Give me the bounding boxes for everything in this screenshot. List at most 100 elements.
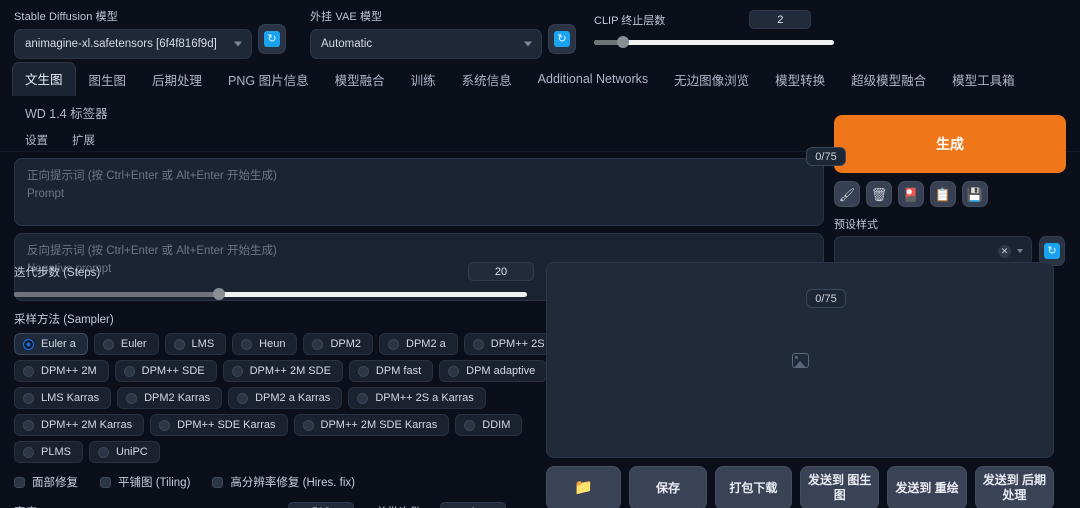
batch-count-value[interactable]: 1 <box>440 502 506 508</box>
vae-model-refresh-button[interactable]: ↻ <box>548 24 576 54</box>
sd-model-dropdown[interactable]: animagine-xl.safetensors [6f4f816f9d] <box>14 29 252 59</box>
checkbox-label: 平铺图 (Tiling) <box>118 477 191 489</box>
sd-model-refresh-button[interactable]: ↻ <box>258 24 286 54</box>
sampler-option-dpm-2m-sde[interactable]: DPM++ 2M SDE <box>222 360 343 382</box>
sampler-option-label: DPM2 a <box>406 338 446 350</box>
negative-token-counter: 0/75 <box>806 289 846 308</box>
sampler-option-ddim[interactable]: DDIM <box>455 414 523 436</box>
close-icon[interactable]: ✕ <box>998 244 1011 258</box>
sampler-option-label: DPM++ 2M SDE <box>249 365 331 377</box>
tab-0[interactable]: 设置 <box>12 129 59 151</box>
clipboard-icon[interactable]: 📋 <box>930 181 956 207</box>
tab-10[interactable]: 超级模型融合 <box>838 63 939 96</box>
positive-prompt-input[interactable]: 正向提示词 (按 Ctrl+Enter 或 Alt+Enter 开始生成) Pr… <box>14 158 824 226</box>
sampler-option-dpm2[interactable]: DPM2 <box>303 333 374 355</box>
sd-model-value: animagine-xl.safetensors [6f4f816f9d] <box>25 38 217 50</box>
refresh-icon: ↻ <box>264 31 280 47</box>
sampler-option-label: DPM++ SDE <box>141 365 205 377</box>
tab-9[interactable]: 模型转换 <box>762 63 838 96</box>
tab-3[interactable]: PNG 图片信息 <box>215 63 322 96</box>
send-to-inpaint-button[interactable]: 发送到 重绘 <box>887 466 967 508</box>
tab-label: 超级模型融合 <box>851 73 927 88</box>
open-folder-button[interactable]: 📁 <box>546 466 622 508</box>
sampler-option-label: Euler a <box>41 338 76 350</box>
sampler-option-unipc[interactable]: UniPC <box>88 441 160 463</box>
sampler-option-lms[interactable]: LMS <box>164 333 227 355</box>
sampler-row: DPM++ 2M Karras DPM++ SDE Karras DPM++ 2M … <box>14 414 534 436</box>
sampler-option-label: DPM++ 2S a Karras <box>375 392 474 404</box>
negative-prompt-placeholder-cn: 反向提示词 (按 Ctrl+Enter 或 Alt+Enter 开始生成) <box>27 245 277 257</box>
image-gallery[interactable] <box>546 262 1054 458</box>
checkbox-icon[interactable] <box>212 476 224 488</box>
floppy-save-icon[interactable]: 💾 <box>962 181 988 207</box>
sampler-option-dpm2-a-karras[interactable]: DPM2 a Karras <box>228 387 343 409</box>
tab-1[interactable]: 扩展 <box>59 129 106 151</box>
sampler-option-plms[interactable]: PLMS <box>14 441 83 463</box>
clip-skip-value[interactable]: 2 <box>749 10 812 29</box>
sampler-option-dpm-2m-karras[interactable]: DPM++ 2M Karras <box>14 414 145 436</box>
tab-5[interactable]: 训练 <box>398 63 449 96</box>
tab-7[interactable]: Additional Networks <box>525 65 661 93</box>
send-to-extras-button[interactable]: 发送到 后期处理 <box>974 466 1055 508</box>
tab-12[interactable]: WD 1.4 标签器 <box>12 96 121 129</box>
send-to-img2img-button[interactable]: 发送到 图生图 <box>800 466 880 508</box>
slider-track <box>594 40 834 45</box>
sampler-option-euler-a[interactable]: Euler a <box>14 333 88 355</box>
tab-8[interactable]: 无边图像浏览 <box>661 63 762 96</box>
steps-slider[interactable] <box>14 287 527 301</box>
save-button[interactable]: 保存 <box>629 466 707 508</box>
arrow-brush-icon[interactable]: 🖌 <box>834 181 860 207</box>
checkbox-icon[interactable] <box>14 476 25 488</box>
sampler-option-dpm-adaptive[interactable]: DPM adaptive <box>439 360 548 382</box>
clip-skip-slider[interactable] <box>594 35 834 49</box>
feature-checkbox-row: 面部修复 平铺图 (Tiling) 高分辨率修复 (Hires. fix) <box>14 474 534 490</box>
sampler-option-dpm-sde[interactable]: DPM++ SDE <box>114 360 217 382</box>
sampler-option-dpm-2s-a-karras[interactable]: DPM++ 2S a Karras <box>348 387 486 409</box>
output-panel: 📁 保存 打包下载 发送到 图生图 发送到 重绘 发送到 后期处理 <box>546 262 1055 508</box>
radio-icon <box>464 419 476 431</box>
checkbox-高分辨率修复-Hires-fix-[interactable]: 高分辨率修复 (Hires. fix) <box>212 474 355 490</box>
radio-icon <box>23 338 34 350</box>
sampler-option-dpm-2m-sde-karras[interactable]: DPM++ 2M SDE Karras <box>293 414 450 436</box>
tab-label: 系统信息 <box>461 73 512 88</box>
sampler-option-euler[interactable]: Euler <box>93 333 159 355</box>
sampler-option-heun[interactable]: Heun <box>232 333 298 355</box>
tab-0[interactable]: 文生图 <box>12 62 76 96</box>
tab-6[interactable]: 系统信息 <box>449 63 525 96</box>
sampler-option-label: DPM++ 2M Karras <box>41 419 133 431</box>
slider-thumb[interactable] <box>213 288 226 300</box>
trash-icon[interactable]: 🗑 <box>866 181 892 207</box>
tab-1[interactable]: 图生图 <box>76 63 140 96</box>
checkbox-面部修复[interactable]: 面部修复 <box>14 474 78 490</box>
sampler-option-dpm2-karras[interactable]: DPM2 Karras <box>117 387 223 409</box>
card-icon[interactable]: 🎴 <box>898 181 924 207</box>
batch-count-label: 总批次数 <box>376 504 422 508</box>
clip-skip-label: CLIP 终止层数 <box>594 14 666 27</box>
tab-2[interactable]: 后期处理 <box>139 63 215 96</box>
tab-label: 图生图 <box>88 73 127 88</box>
radio-icon <box>97 446 109 458</box>
zip-download-button[interactable]: 打包下载 <box>714 466 793 508</box>
vae-model-dropdown[interactable]: Automatic <box>310 29 542 59</box>
checkbox-icon[interactable] <box>100 476 111 488</box>
sampler-option-label: Heun <box>259 338 286 350</box>
tab-label: 后期处理 <box>152 73 203 88</box>
width-value[interactable]: 512 <box>288 502 354 508</box>
sampler-option-dpm-2m[interactable]: DPM++ 2M <box>14 360 109 382</box>
sampler-option-lms-karras[interactable]: LMS Karras <box>14 387 112 409</box>
action-button-label: 发送到 重绘 <box>895 480 959 495</box>
steps-value[interactable]: 20 <box>468 262 534 281</box>
generate-button[interactable]: 生成 <box>834 115 1066 173</box>
sampler-option-dpm2-a[interactable]: DPM2 a <box>379 333 458 355</box>
tab-11[interactable]: 模型工具箱 <box>939 63 1028 96</box>
sampler-option-dpm-fast[interactable]: DPM fast <box>348 360 434 382</box>
slider-thumb[interactable] <box>616 36 629 48</box>
checkbox-平铺图-Tiling-[interactable]: 平铺图 (Tiling) <box>100 474 190 490</box>
tab-4[interactable]: 模型融合 <box>322 63 398 96</box>
sampler-option-dpm-sde-karras[interactable]: DPM++ SDE Karras <box>150 414 288 436</box>
sampler-option-label: DPM++ 2M <box>41 365 97 377</box>
sd-model-group: Stable Diffusion 模型 animagine-xl.safeten… <box>14 8 252 59</box>
chevron-down-icon <box>1017 249 1023 253</box>
tab-label: 设置 <box>25 135 48 147</box>
sampler-option-label: LMS <box>191 338 215 350</box>
